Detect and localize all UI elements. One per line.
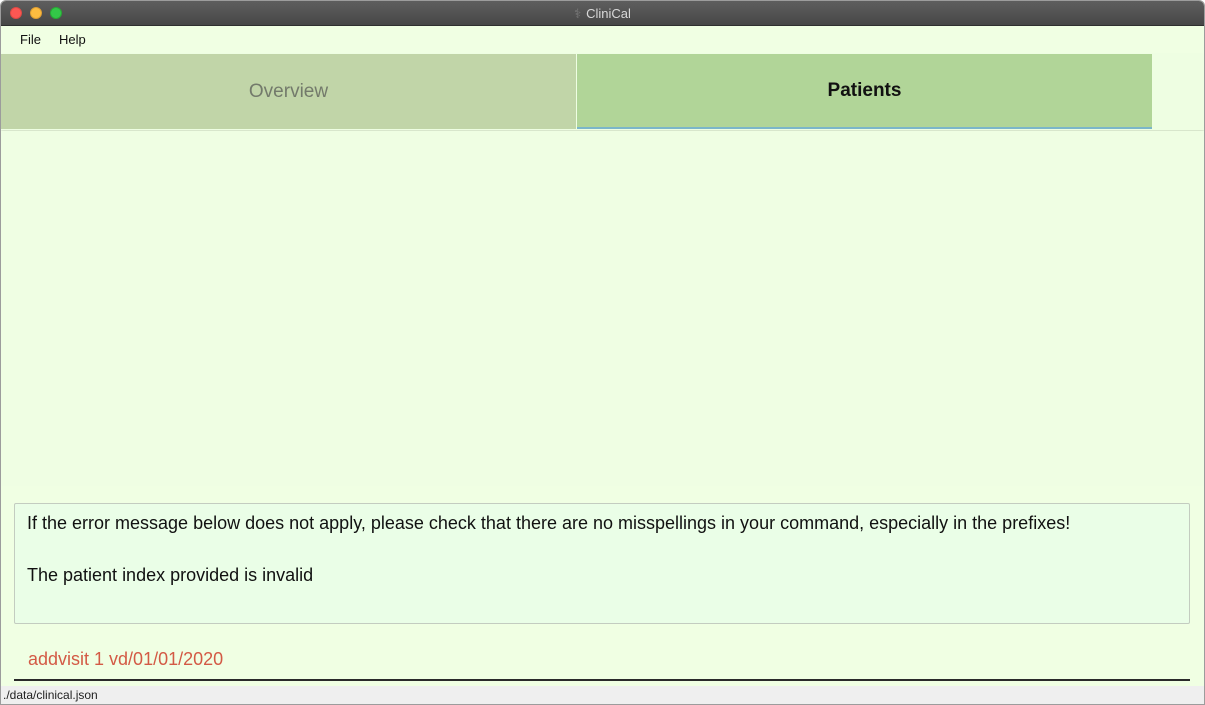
caduceus-icon: ⚕ [574, 5, 582, 21]
app-window: ⚕ CliniCal File Help Overview Patients I… [0, 0, 1205, 705]
patients-panel [1, 131, 1204, 486]
window-title: CliniCal [586, 5, 631, 21]
command-input[interactable]: addvisit 1 vd/01/01/2020 [14, 641, 1190, 681]
tab-patients-label: Patients [827, 79, 902, 101]
tab-overview-label: Overview [248, 80, 329, 102]
menu-file[interactable]: File [20, 32, 41, 47]
result-display: If the error message below does not appl… [14, 503, 1190, 624]
save-location-text: ./data/clinical.json [3, 688, 98, 702]
status-bar: ./data/clinical.json [1, 686, 1204, 704]
title-bar[interactable]: ⚕ CliniCal [1, 1, 1204, 26]
menu-help[interactable]: Help [59, 32, 86, 47]
tab-patients[interactable]: Patients [577, 54, 1152, 129]
tab-overview[interactable]: Overview [1, 54, 576, 129]
tab-bar: Overview Patients [1, 54, 1204, 130]
result-hint-text: If the error message below does not appl… [27, 513, 1071, 533]
command-input-text: addvisit 1 vd/01/01/2020 [28, 649, 224, 669]
result-error-text: The patient index provided is invalid [27, 565, 314, 585]
menu-bar: File Help [1, 26, 1204, 53]
